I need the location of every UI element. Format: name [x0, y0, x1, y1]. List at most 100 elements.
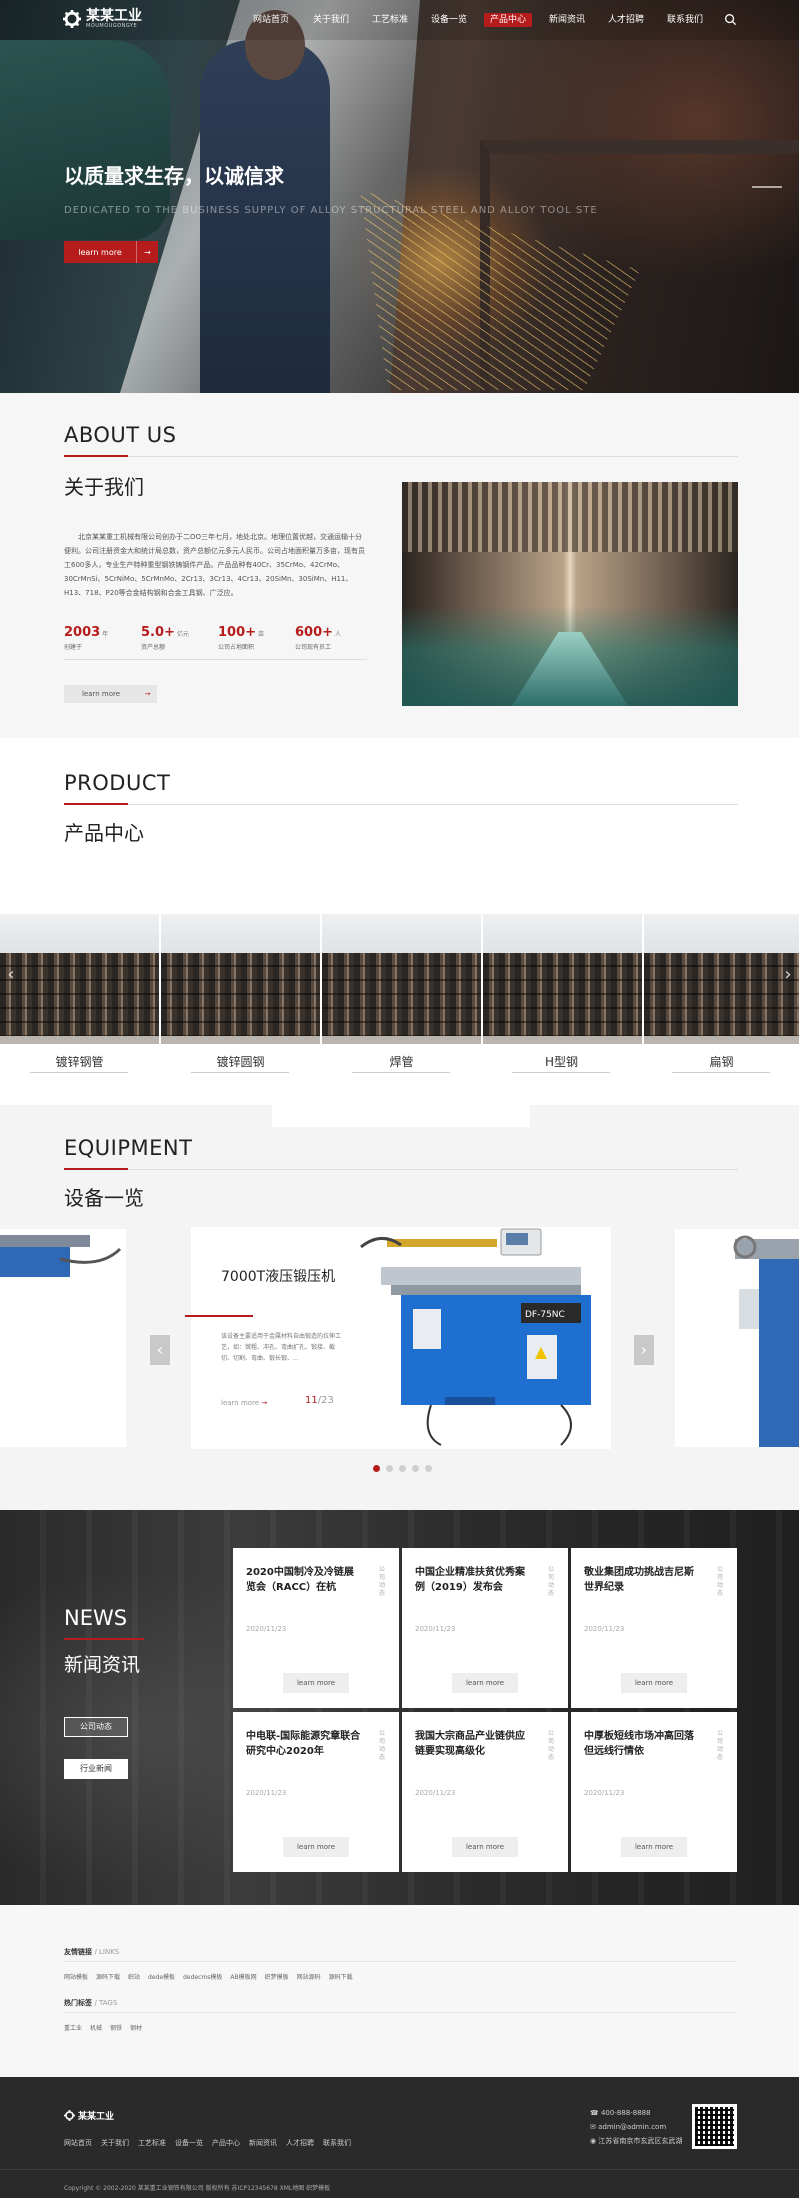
pagination-dot[interactable]	[412, 1465, 419, 1472]
friend-links-title: 友情链接	[64, 1948, 92, 1956]
friend-link[interactable]: 源码下载	[329, 1972, 353, 1981]
tag-link[interactable]: 重工业	[64, 2023, 82, 2032]
about-learn-more-button[interactable]: learn more →	[64, 685, 157, 703]
search-icon[interactable]	[724, 13, 737, 26]
product-image	[644, 914, 799, 1044]
news-learn-more-button[interactable]: learn more	[621, 1837, 687, 1857]
slide-indicator[interactable]	[752, 186, 782, 188]
arrow-right-icon: →	[144, 690, 151, 698]
news-card[interactable]: 中国企业精准扶贫优秀案例（2019）发布会 公司动态 2020/11/23 le…	[402, 1548, 568, 1708]
pagination-dot-active[interactable]	[373, 1465, 380, 1472]
stat-number: 100+	[218, 625, 257, 640]
friend-link[interactable]: dedecms模板	[183, 1972, 222, 1981]
footer-nav-item[interactable]: 产品中心	[212, 2138, 240, 2148]
nav-item-careers[interactable]: 人才招聘	[602, 13, 650, 27]
chevron-left-icon[interactable]: ‹	[4, 963, 18, 987]
tags-heading: 热门标签 / TAGS	[64, 1998, 117, 2008]
news-learn-more-button[interactable]: learn more	[283, 1673, 349, 1693]
product-underline	[191, 1072, 289, 1073]
friend-link[interactable]: 网站源码	[297, 1972, 321, 1981]
nav-item-home[interactable]: 网站首页	[246, 13, 296, 27]
pagination-dot[interactable]	[386, 1465, 393, 1472]
friend-links-list: 网站模板 源码下载 织站 dede模板 dedecms模板 AB模板网 织梦模板…	[64, 1972, 353, 1981]
footer-nav-item[interactable]: 网站首页	[64, 2138, 92, 2148]
product-card[interactable]	[0, 914, 159, 1044]
nav-item-equipment[interactable]: 设备一览	[425, 13, 473, 27]
product-card[interactable]	[322, 914, 481, 1044]
product-name[interactable]: H型钢	[482, 1053, 641, 1070]
footer-nav-item[interactable]: 人才招聘	[286, 2138, 314, 2148]
product-card[interactable]	[644, 914, 799, 1044]
pagination-dot[interactable]	[399, 1465, 406, 1472]
news-card[interactable]: 我国大宗商品产业链供应链要实现高级化 公司动态 2020/11/23 learn…	[402, 1712, 568, 1872]
arrow-right-icon: →	[261, 1399, 268, 1407]
friend-link[interactable]: 网站模板	[64, 1972, 88, 1981]
product-name[interactable]: 镀锌钢管	[0, 1053, 159, 1070]
product-name[interactable]: 焊管	[322, 1053, 481, 1070]
news-learn-more-button[interactable]: learn more	[452, 1837, 518, 1857]
product-underline	[512, 1072, 610, 1073]
friend-link[interactable]: 源码下载	[96, 1972, 120, 1981]
chevron-left-icon[interactable]: ‹	[150, 1335, 170, 1365]
news-learn-more-button[interactable]: learn more	[621, 1673, 687, 1693]
news-card[interactable]: 中厚板短线市场冲高回落 但远线行情依 公司动态 2020/11/23 learn…	[571, 1712, 737, 1872]
footer-nav-item[interactable]: 工艺标准	[138, 2138, 166, 2148]
footer-nav-item[interactable]: 设备一览	[175, 2138, 203, 2148]
product-card[interactable]	[483, 914, 642, 1044]
copyright-text: Copyright © 2002-2020 某某重工业钢铁有限公司 版权所有 苏…	[64, 2185, 331, 2192]
tag-link[interactable]: 钢材	[130, 2023, 142, 2032]
equipment-description: 该设备主要适用于金属材料自由锻造的拉伸工艺，如：镦粗、冲孔、弯曲扩孔、锻接、截切…	[221, 1333, 342, 1362]
tag-link[interactable]: 机械	[90, 2023, 102, 2032]
product-name[interactable]: 镀锌圆钢	[161, 1053, 320, 1070]
equipment-next-slide[interactable]	[675, 1229, 799, 1447]
heading-underline	[64, 803, 128, 805]
hero-subtitle: DEDICATED TO THE BUSINESS SUPPLY OF ALLO…	[64, 205, 598, 216]
nav-item-news[interactable]: 新闻资讯	[543, 13, 591, 27]
friend-link[interactable]: 织梦模板	[265, 1972, 289, 1981]
news-category-company[interactable]: 公司动态	[64, 1717, 128, 1737]
equipment-learn-more-link[interactable]: learn more →	[221, 1399, 267, 1407]
chevron-right-icon[interactable]: ›	[634, 1335, 654, 1365]
stat-number: 600+	[295, 625, 334, 640]
news-card[interactable]: 中电联-国际能源究章联合研究中心2020年 公司动态 2020/11/23 le…	[233, 1712, 399, 1872]
friend-link[interactable]: AB模板网	[230, 1972, 256, 1981]
product-name[interactable]: 扁钢	[642, 1053, 799, 1070]
slide-current: 11	[305, 1395, 318, 1406]
news-category-industry[interactable]: 行业新闻	[64, 1759, 128, 1779]
news-date: 2020/11/23	[246, 1789, 287, 1797]
news-category-tag: 公司动态	[548, 1730, 555, 1761]
footer-nav-item[interactable]: 新闻资讯	[249, 2138, 277, 2148]
nav-item-contact[interactable]: 联系我们	[661, 13, 709, 27]
equipment-prev-slide[interactable]	[0, 1229, 126, 1447]
footer-email: admin@admin.com	[598, 2123, 667, 2131]
news-card[interactable]: 敬业集团成功挑战吉尼斯世界纪录 公司动态 2020/11/23 learn mo…	[571, 1548, 737, 1708]
footer-nav-item[interactable]: 关于我们	[101, 2138, 129, 2148]
product-card[interactable]	[161, 914, 320, 1044]
chevron-right-icon[interactable]: ›	[781, 963, 795, 987]
friend-link[interactable]: 织站	[128, 1972, 140, 1981]
footer-nav-item[interactable]: 联系我们	[323, 2138, 351, 2148]
friend-link[interactable]: dede模板	[148, 1972, 175, 1981]
news-card[interactable]: 2020中国制冷及冷链展览会（RACC）在杭 公司动态 2020/11/23 l…	[233, 1548, 399, 1708]
pagination-dot[interactable]	[425, 1465, 432, 1472]
news-heading-en: NEWS	[64, 1606, 128, 1630]
nav-item-about[interactable]: 关于我们	[307, 13, 355, 27]
product-image	[0, 914, 159, 1044]
equipment-card[interactable]: DF-75NC 7000T液压锻压机 该设备主要适用于金属材料自由锻造的拉伸工艺…	[185, 1227, 611, 1449]
stat-unit: 亩	[258, 631, 265, 638]
hero-learn-more-button[interactable]: learn more →	[64, 241, 158, 263]
tag-link[interactable]: 钢铁	[110, 2023, 122, 2032]
news-learn-more-button[interactable]: learn more	[452, 1673, 518, 1693]
site-logo[interactable]: 某某工业 MOUMOUGONGYE	[63, 9, 142, 29]
footer-logo[interactable]: 某某工业	[64, 2109, 114, 2122]
news-title: 中厚板短线市场冲高回落 但远线行情依	[584, 1731, 694, 1757]
product-underline	[30, 1072, 128, 1073]
main-nav: 网站首页 关于我们 工艺标准 设备一览 产品中心 新闻资讯 人才招聘 联系我们	[246, 13, 709, 27]
nav-item-process[interactable]: 工艺标准	[366, 13, 414, 27]
news-title: 中国企业精准扶贫优秀案例（2019）发布会	[415, 1567, 525, 1593]
phone-icon: ☎	[590, 2109, 599, 2117]
title-underline	[185, 1315, 253, 1317]
news-learn-more-button[interactable]: learn more	[283, 1837, 349, 1857]
nav-item-products[interactable]: 产品中心	[484, 13, 532, 27]
mail-icon: ✉	[590, 2123, 596, 2131]
